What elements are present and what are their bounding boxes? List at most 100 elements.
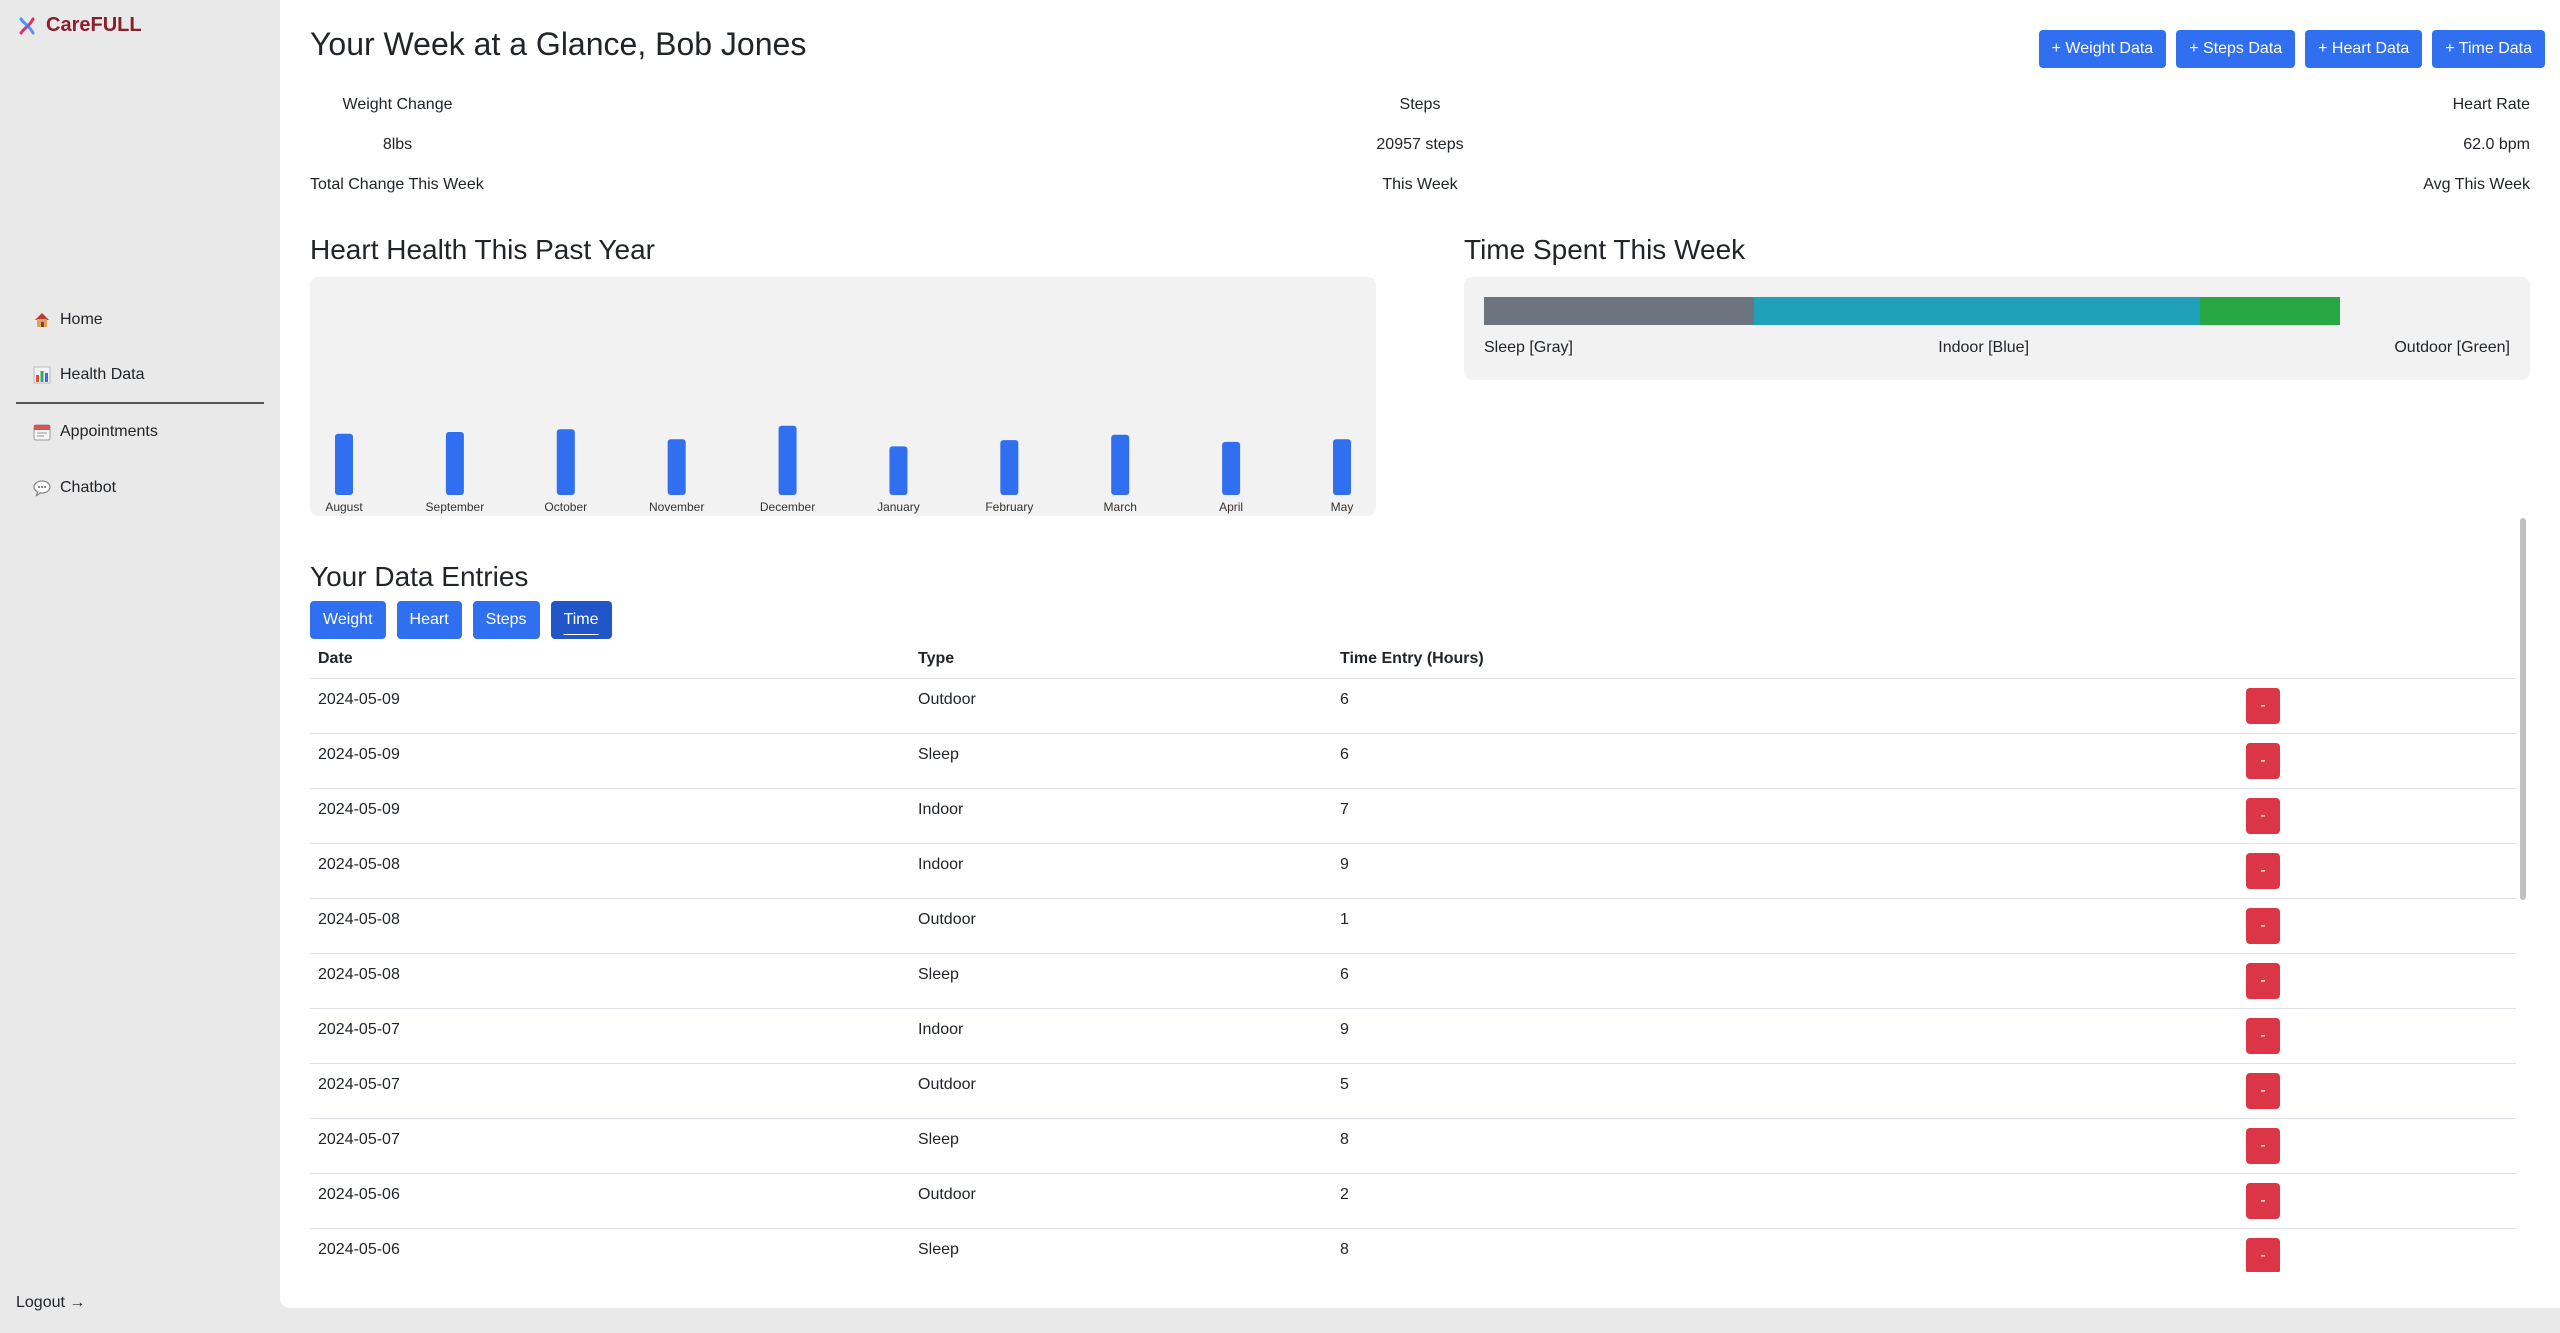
cell-actions: - — [2238, 733, 2516, 789]
main-content: Your Week at a Glance, Bob Jones + Weigh… — [280, 0, 2560, 1308]
cell-type: Outdoor — [910, 678, 1332, 734]
delete-entry-button[interactable]: - — [2246, 962, 2280, 999]
cell-date: 2024-05-07 — [310, 1063, 910, 1119]
cell-type: Indoor — [910, 788, 1332, 844]
cell-time-entry: 8 — [1332, 1228, 2238, 1272]
tab-heart[interactable]: Heart — [396, 601, 462, 639]
x-tick-label: December — [760, 500, 815, 514]
steps-stat: Steps 20957 steps This Week — [1320, 92, 1520, 212]
bar-chart-icon — [33, 366, 51, 384]
delete-entry-button[interactable]: - — [2246, 1017, 2280, 1054]
cell-date: 2024-05-08 — [310, 953, 910, 1009]
cell-time-entry: 5 — [1332, 1063, 2238, 1119]
entries-table-container[interactable]: Date Type Time Entry (Hours) 2024-05-09 O… — [310, 640, 2516, 1272]
logout-link[interactable]: Logout → — [16, 1294, 85, 1312]
table-row: 2024-05-07 Sleep 8- — [310, 1118, 2516, 1174]
delete-entry-button[interactable]: - — [2246, 907, 2280, 944]
delete-entry-button[interactable]: - — [2246, 797, 2280, 834]
brand[interactable]: CareFULL — [16, 14, 142, 37]
cell-time-entry: 2 — [1332, 1173, 2238, 1229]
add-heart-data-button[interactable]: + Heart Data — [2305, 30, 2423, 68]
add-weight-data-button[interactable]: + Weight Data — [2038, 30, 2167, 68]
cell-type: Sleep — [910, 953, 1332, 1009]
table-row: 2024-05-09 Indoor 7- — [310, 788, 2516, 844]
sidebar-item-health-data[interactable]: Health Data — [16, 348, 264, 404]
steps-stat-sub: This Week — [1382, 176, 1458, 193]
tab-weight[interactable]: Weight — [310, 601, 386, 639]
add-time-data-button[interactable]: + Time Data — [2432, 30, 2545, 68]
cell-date: 2024-05-06 — [310, 1228, 910, 1272]
entry-tabs: Weight Heart Steps Time — [310, 601, 612, 639]
cell-time-entry: 6 — [1332, 733, 2238, 789]
cell-actions: - — [2238, 1118, 2516, 1174]
time-spent-panel: Sleep [Gray] Indoor [Blue] Outdoor [Gree… — [1464, 277, 2530, 380]
sidebar: CareFULL Home Health Data Appointments C… — [0, 0, 280, 1333]
weight-stat-value: 8lbs — [382, 136, 413, 153]
table-row: 2024-05-09 Outdoor 6- — [310, 678, 2516, 734]
column-header-actions — [2238, 640, 2516, 679]
x-tick-label: September — [426, 500, 485, 514]
table-row: 2024-05-06 Sleep 8- — [310, 1228, 2516, 1272]
table-row: 2024-05-08 Indoor 9- — [310, 843, 2516, 899]
indoor-segment — [1753, 297, 2201, 325]
cell-type: Indoor — [910, 1008, 1332, 1064]
steps-stat-label: Steps — [1399, 96, 1441, 113]
cell-type: Indoor — [910, 843, 1332, 899]
indoor-legend-label: Indoor [Blue] — [1938, 339, 2030, 356]
bar-september — [445, 432, 464, 495]
bar-december — [778, 425, 797, 495]
heart-health-chart: August September October November December Ja… — [310, 277, 1376, 516]
cell-time-entry: 9 — [1332, 843, 2238, 899]
house-icon — [35, 313, 49, 327]
calendar-icon — [33, 424, 51, 441]
sidebar-item-label: Home — [60, 311, 103, 328]
dna-icon — [19, 17, 35, 34]
x-tick-label: October — [544, 500, 587, 514]
tab-time[interactable]: Time — [550, 601, 612, 639]
time-spent-bar — [1484, 297, 2340, 325]
cell-date: 2024-05-09 — [310, 733, 910, 789]
sidebar-item-chatbot[interactable]: Chatbot — [16, 460, 264, 516]
add-data-toolbar: + Weight Data + Steps Data + Heart Data … — [2038, 30, 2545, 68]
delete-entry-button[interactable]: - — [2246, 1182, 2280, 1219]
scrollbar-thumb[interactable] — [2520, 518, 2526, 900]
entries-table: Date Type Time Entry (Hours) 2024-05-09 O… — [310, 640, 2516, 1272]
sleep-segment — [1484, 297, 1754, 325]
table-row: 2024-05-08 Sleep 6- — [310, 953, 2516, 1009]
delete-entry-button[interactable]: - — [2246, 852, 2280, 889]
heart-stat-sub: Avg This Week — [2423, 176, 2530, 193]
sidebar-item-label: Chatbot — [60, 479, 117, 496]
x-tick-label: August — [325, 500, 363, 514]
sidebar-item-home[interactable]: Home — [16, 292, 264, 348]
data-entries-title: Your Data Entries — [310, 561, 529, 592]
table-row: 2024-05-06 Outdoor 2- — [310, 1173, 2516, 1229]
bar-august — [335, 433, 353, 495]
table-scrollbar[interactable] — [2519, 518, 2527, 1278]
sleep-legend-label: Sleep [Gray] — [1484, 339, 1573, 356]
cell-type: Outdoor — [910, 1173, 1332, 1229]
cell-time-entry: 6 — [1332, 953, 2238, 1009]
heart-health-title: Heart Health This Past Year — [310, 234, 656, 265]
weekly-stats: Weight Change 8lbs Total Change This Wee… — [310, 92, 2530, 202]
heart-stat-value: 62.0 bpm — [2463, 136, 2530, 153]
cell-type: Sleep — [910, 1118, 1332, 1174]
cell-type: Sleep — [910, 1228, 1332, 1272]
delete-entry-button[interactable]: - — [2246, 687, 2280, 724]
delete-entry-button[interactable]: - — [2246, 1237, 2280, 1272]
weight-stat: Weight Change 8lbs Total Change This Wee… — [310, 92, 485, 212]
delete-entry-button[interactable]: - — [2246, 1127, 2280, 1164]
cell-type: Sleep — [910, 733, 1332, 789]
cell-date: 2024-05-07 — [310, 1008, 910, 1064]
bar-november — [667, 439, 686, 495]
tab-steps[interactable]: Steps — [472, 601, 540, 639]
bar-march — [1111, 434, 1130, 495]
add-steps-data-button[interactable]: + Steps Data — [2176, 30, 2296, 68]
delete-entry-button[interactable]: - — [2246, 742, 2280, 779]
cell-actions: - — [2238, 1228, 2516, 1272]
cell-date: 2024-05-09 — [310, 788, 910, 844]
sidebar-item-appointments[interactable]: Appointments — [16, 404, 264, 460]
delete-entry-button[interactable]: - — [2246, 1072, 2280, 1109]
cell-actions: - — [2238, 1063, 2516, 1119]
cell-date: 2024-05-08 — [310, 843, 910, 899]
cell-actions: - — [2238, 898, 2516, 954]
